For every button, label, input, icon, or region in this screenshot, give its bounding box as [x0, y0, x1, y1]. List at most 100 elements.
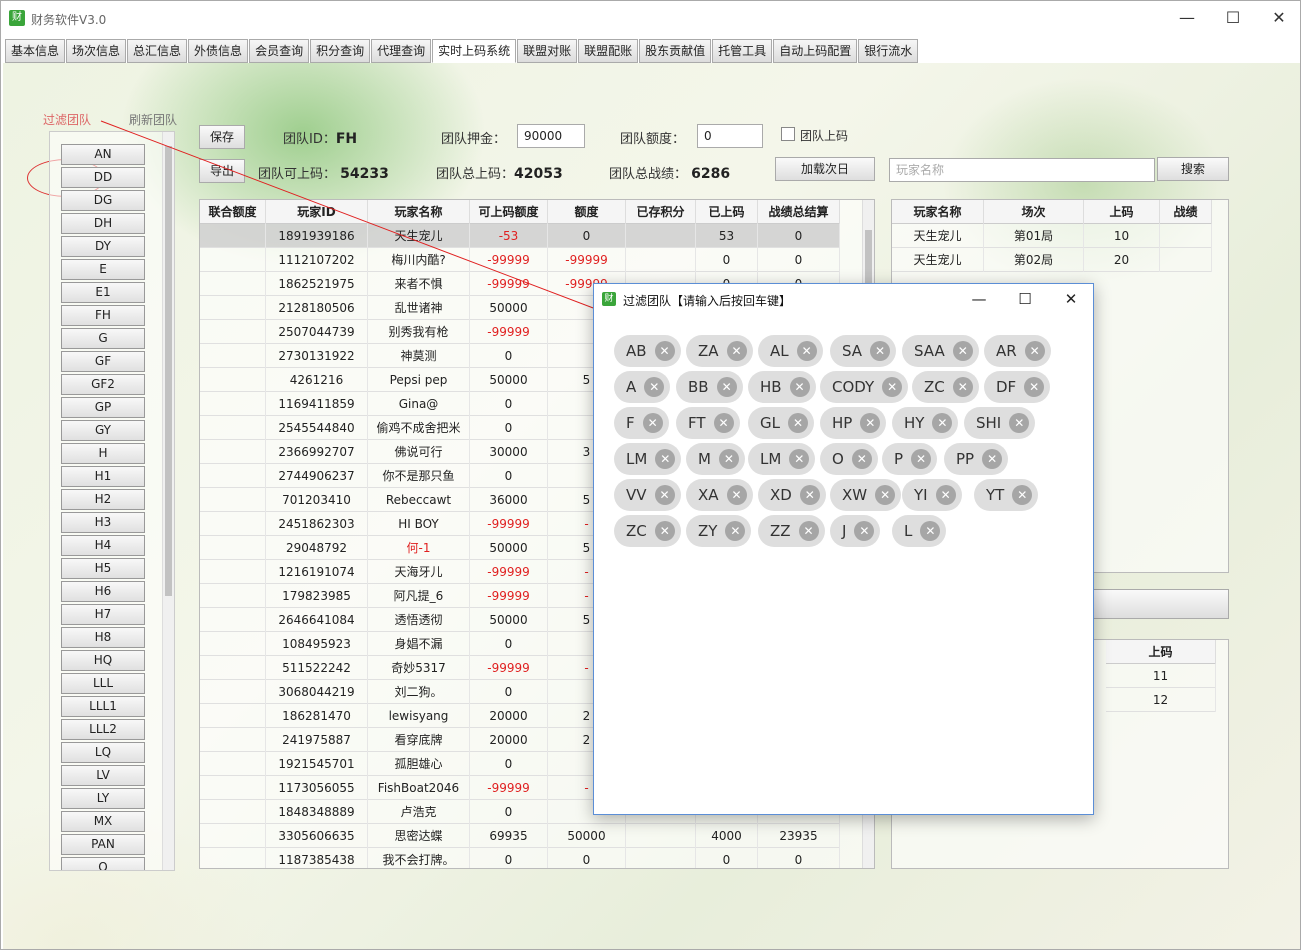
team-chip[interactable]: J ✕ [830, 515, 881, 547]
team-button[interactable]: DY [61, 236, 145, 257]
chip-remove-icon[interactable]: ✕ [642, 413, 663, 433]
team-chip[interactable]: P ✕ [882, 443, 938, 475]
team-chip[interactable]: PP ✕ [944, 443, 1009, 475]
tab-11[interactable]: 托管工具 [712, 39, 773, 63]
team-button[interactable]: Q [61, 857, 145, 870]
team-button[interactable]: H5 [61, 558, 145, 579]
chip-remove-icon[interactable]: ✕ [718, 449, 739, 469]
chip-remove-icon[interactable]: ✕ [982, 449, 1003, 469]
team-button[interactable]: H7 [61, 604, 145, 625]
table-row[interactable]: 天生宠儿 第02局 20 [892, 248, 1212, 272]
chip-remove-icon[interactable]: ✕ [654, 521, 675, 541]
chip-remove-icon[interactable]: ✕ [851, 449, 872, 469]
team-button[interactable]: G [61, 328, 145, 349]
chip-remove-icon[interactable]: ✕ [726, 341, 747, 361]
chip-remove-icon[interactable]: ✕ [920, 521, 941, 541]
table-row[interactable]: 11 [1106, 664, 1216, 688]
load-next-day-button[interactable]: 加载次日 [775, 157, 875, 181]
team-button[interactable]: AN [61, 144, 145, 165]
table-row[interactable]: 天生宠儿 第01局 10 [892, 224, 1212, 248]
team-button[interactable]: DD [61, 167, 145, 188]
team-button[interactable]: LV [61, 765, 145, 786]
team-button[interactable]: LY [61, 788, 145, 809]
tab-8[interactable]: 联盟对账 [517, 39, 578, 63]
dialog-close-button[interactable]: ✕ [1048, 284, 1094, 314]
team-chip[interactable]: M ✕ [686, 443, 745, 475]
team-button[interactable]: H1 [61, 466, 145, 487]
team-chip[interactable]: HB ✕ [748, 371, 816, 403]
team-chip[interactable]: GL ✕ [748, 407, 814, 439]
team-button[interactable]: GF2 [61, 374, 145, 395]
tab-5[interactable]: 积分查询 [310, 39, 371, 63]
team-button[interactable]: E [61, 259, 145, 280]
team-chip[interactable]: XA ✕ [686, 479, 753, 511]
tab-9[interactable]: 联盟配账 [578, 39, 639, 63]
chip-remove-icon[interactable]: ✕ [799, 485, 820, 505]
chip-remove-icon[interactable]: ✕ [1024, 377, 1045, 397]
team-chip[interactable]: ZC ✕ [614, 515, 681, 547]
chip-remove-icon[interactable]: ✕ [882, 377, 903, 397]
table-row[interactable]: 1187385438 我不会打牌。 0 0 0 0 [200, 848, 840, 868]
chip-remove-icon[interactable]: ✕ [854, 521, 875, 541]
team-chip[interactable]: ZY ✕ [686, 515, 752, 547]
tab-10[interactable]: 股东贡献值 [639, 39, 712, 63]
team-button[interactable]: H [61, 443, 145, 464]
tab-4[interactable]: 会员查询 [249, 39, 310, 63]
table-row[interactable]: 1112107202 梅川内酷? -99999 -99999 0 0 [200, 248, 840, 272]
chip-remove-icon[interactable]: ✕ [1024, 341, 1045, 361]
tab-1[interactable]: 场次信息 [66, 39, 127, 63]
tab-12[interactable]: 自动上码配置 [773, 39, 858, 63]
team-button[interactable]: DH [61, 213, 145, 234]
chip-remove-icon[interactable]: ✕ [1009, 413, 1030, 433]
minimize-button[interactable]: — [1164, 1, 1210, 34]
tab-7[interactable]: 实时上码系统 [432, 39, 517, 63]
tab-13[interactable]: 银行流水 [858, 39, 919, 63]
team-upload-checkbox[interactable] [781, 127, 795, 141]
team-chip[interactable]: YI ✕ [902, 479, 962, 511]
team-button[interactable]: LLL2 [61, 719, 145, 740]
chip-remove-icon[interactable]: ✕ [798, 521, 819, 541]
team-chip[interactable]: ZA ✕ [686, 335, 753, 367]
chip-remove-icon[interactable]: ✕ [935, 485, 956, 505]
chip-remove-icon[interactable]: ✕ [875, 485, 896, 505]
chip-remove-icon[interactable]: ✕ [911, 449, 932, 469]
team-chip[interactable]: A ✕ [614, 371, 671, 403]
quota-input[interactable]: 0 [697, 124, 763, 148]
search-button[interactable]: 搜索 [1157, 157, 1229, 181]
team-chip[interactable]: SAA ✕ [902, 335, 979, 367]
team-chip[interactable]: SA ✕ [830, 335, 897, 367]
chip-remove-icon[interactable]: ✕ [726, 485, 747, 505]
dialog-maximize-button[interactable]: ☐ [1002, 284, 1048, 314]
player-search-input[interactable]: 玩家名称 [889, 158, 1155, 182]
chip-remove-icon[interactable]: ✕ [796, 341, 817, 361]
team-chip[interactable]: FT ✕ [676, 407, 740, 439]
team-chip[interactable]: HY ✕ [892, 407, 959, 439]
chip-remove-icon[interactable]: ✕ [716, 377, 737, 397]
team-chip[interactable]: LM ✕ [614, 443, 682, 475]
table-row[interactable]: 1891939186 天生宠儿 -53 0 53 0 [200, 224, 840, 248]
team-button[interactable]: H2 [61, 489, 145, 510]
chip-remove-icon[interactable]: ✕ [655, 449, 676, 469]
dialog-minimize-button[interactable]: — [956, 284, 1002, 314]
team-button[interactable]: LLL [61, 673, 145, 694]
tab-0[interactable]: 基本信息 [5, 39, 66, 63]
tab-2[interactable]: 总汇信息 [127, 39, 188, 63]
table-row[interactable]: 12 [1106, 688, 1216, 712]
team-button[interactable]: E1 [61, 282, 145, 303]
team-button[interactable]: DG [61, 190, 145, 211]
team-button[interactable]: H3 [61, 512, 145, 533]
chip-remove-icon[interactable]: ✕ [789, 449, 810, 469]
team-button[interactable]: FH [61, 305, 145, 326]
team-chip[interactable]: ZC ✕ [912, 371, 979, 403]
chip-remove-icon[interactable]: ✕ [789, 377, 810, 397]
team-button[interactable]: GP [61, 397, 145, 418]
team-chip[interactable]: LM ✕ [748, 443, 816, 475]
team-chip[interactable]: L ✕ [892, 515, 947, 547]
chip-remove-icon[interactable]: ✕ [787, 413, 808, 433]
close-button[interactable]: ✕ [1256, 1, 1301, 34]
team-chip[interactable]: XW ✕ [830, 479, 902, 511]
team-chip[interactable]: AR ✕ [984, 335, 1051, 367]
chip-remove-icon[interactable]: ✕ [952, 377, 973, 397]
team-chip[interactable]: O ✕ [820, 443, 878, 475]
team-chip[interactable]: AL ✕ [758, 335, 823, 367]
